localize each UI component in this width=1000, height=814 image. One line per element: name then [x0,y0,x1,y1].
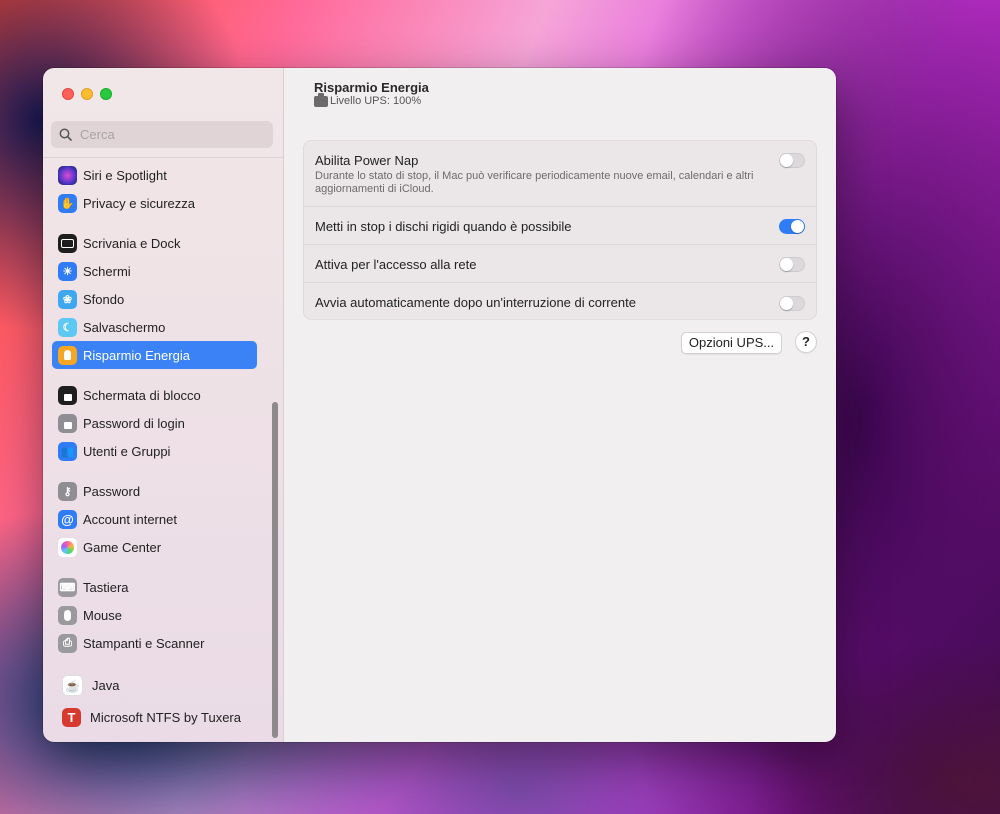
page-title: Risparmio Energia [314,80,429,95]
setting-row-auto-restart: Avvia automaticamente dopo un'interruzio… [304,283,816,321]
zoom-button[interactable] [100,88,112,100]
auto-restart-toggle[interactable] [779,296,805,311]
settings-group: Abilita Power Nap Durante lo stato di st… [303,140,817,320]
ups-level: Livello UPS: 100% [314,92,422,107]
sidebar-item-printers-scanners[interactable]: ⎙ Stampanti e Scanner [52,630,257,657]
sidebar-item-mouse[interactable]: Mouse [52,602,257,629]
setting-description: Durante lo stato di stop, il Mac può ver… [315,170,754,195]
setting-row-disk-sleep: Metti in stop i dischi rigidi quando è p… [304,207,816,245]
sidebar-item-label: Java [92,678,120,693]
sidebar-item-label: Password [83,484,141,499]
sidebar-item-label: Salvaschermo [83,320,166,335]
sidebar-item-label: Stampanti e Scanner [83,636,205,651]
lock-icon [58,386,77,405]
sidebar: Siri e Spotlight ✋ Privacy e sicurezza S… [43,68,284,742]
sidebar-item-screensaver[interactable]: ☾ Salvaschermo [52,314,257,341]
sidebar-item-desktop-dock[interactable]: Scrivania e Dock [52,230,257,257]
ups-options-button[interactable]: Opzioni UPS... [681,332,782,354]
search-input[interactable] [78,126,273,143]
mouse-icon [58,606,77,625]
printer-icon: ⎙ [58,634,77,653]
sidebar-item-label: Schermi [83,264,131,279]
content-pane: Risparmio Energia Livello UPS: 100% Abil… [284,68,836,742]
sidebar-item-label: Sfondo [83,292,125,307]
sidebar-item-internet-accounts[interactable]: @ Account internet [52,506,257,533]
sidebar-item-label: Microsoft NTFS by Tuxera [90,710,241,725]
tuxera-icon: T [62,708,81,727]
sidebar-item-label: Game Center [83,540,162,555]
sidebar-item-label: Privacy e sicurezza [83,196,195,211]
settings-window: Siri e Spotlight ✋ Privacy e sicurezza S… [43,68,836,742]
setting-label: Abilita Power Nap [315,153,419,168]
sidebar-item-ntfs-tuxera[interactable]: T Microsoft NTFS by Tuxera [52,704,257,731]
setting-row-power-nap: Abilita Power Nap Durante lo stato di st… [304,141,816,207]
search-icon [59,128,72,141]
bulb-icon [58,345,77,365]
sidebar-item-wallpaper[interactable]: ❀ Sfondo [52,286,257,313]
hand-icon: ✋ [58,194,77,213]
sidebar-item-label: Utenti e Gruppi [83,444,171,459]
flower-icon: ❀ [58,290,77,309]
sidebar-item-label: Scrivania e Dock [83,236,181,251]
sidebar-item-energy-saver[interactable]: Risparmio Energia [52,341,257,369]
setting-label: Attiva per l'accesso alla rete [315,257,477,272]
siri-icon [58,166,77,185]
setting-label: Metti in stop i dischi rigidi quando è p… [315,219,572,234]
setting-row-network-wake: Attiva per l'accesso alla rete [304,245,816,283]
sidebar-item-displays[interactable]: ☀ Schermi [52,258,257,285]
sidebar-item-label: Schermata di blocco [83,388,201,403]
power-nap-toggle[interactable] [779,153,805,168]
key-icon: ⚷ [58,482,77,501]
sidebar-item-java[interactable]: ☕ Java [52,672,257,699]
padlock-icon [58,414,77,433]
network-wake-toggle[interactable] [779,257,805,272]
game-center-icon [58,538,77,557]
disk-sleep-toggle[interactable] [779,219,805,234]
sidebar-item-login-password[interactable]: Password di login [52,410,257,437]
close-button[interactable] [62,88,74,100]
moon-icon: ☾ [58,318,77,337]
sidebar-item-lock-screen[interactable]: Schermata di blocco [52,382,257,409]
sidebar-item-privacy[interactable]: ✋ Privacy e sicurezza [52,190,257,217]
sun-icon: ☀ [58,262,77,281]
sidebar-item-siri[interactable]: Siri e Spotlight [52,162,257,189]
sidebar-item-game-center[interactable]: Game Center [52,534,257,561]
keyboard-icon: ⌨ [58,578,77,597]
sidebar-item-users-groups[interactable]: 👥 Utenti e Gruppi [52,438,257,465]
sidebar-item-label: Risparmio Energia [83,347,190,363]
sidebar-item-label: Password di login [83,416,185,431]
sidebar-scrollbar[interactable] [272,402,278,738]
java-icon: ☕ [62,675,83,696]
ups-battery-icon [314,92,328,107]
help-button[interactable]: ? [795,331,817,353]
sidebar-item-keyboard[interactable]: ⌨ Tastiera [52,574,257,601]
minimize-button[interactable] [81,88,93,100]
at-icon: @ [58,510,77,529]
ups-level-text: Livello UPS: 100% [330,95,422,107]
sidebar-item-label: Mouse [83,608,123,623]
sidebar-item-passwords[interactable]: ⚷ Password [52,478,257,505]
sidebar-item-label: Tastiera [83,580,129,595]
setting-label: Avvia automaticamente dopo un'interruzio… [315,295,636,310]
window-controls [62,88,112,100]
users-icon: 👥 [58,442,77,461]
sidebar-divider [43,157,283,158]
sidebar-item-label: Account internet [83,512,177,527]
search-field[interactable] [51,121,273,148]
sidebar-item-label: Siri e Spotlight [83,168,167,183]
dock-icon [58,234,77,253]
